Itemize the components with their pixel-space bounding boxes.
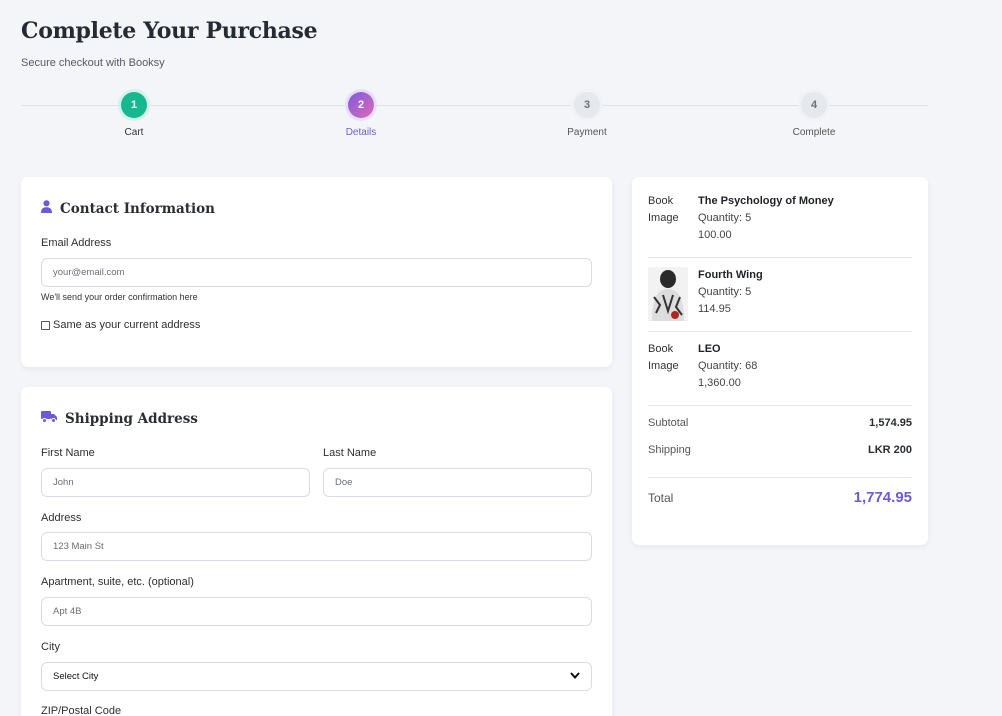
subtotal-label: Subtotal — [648, 417, 689, 429]
first-name-label: First Name — [41, 447, 95, 459]
last-name-label: Last Name — [323, 447, 377, 459]
apartment-field[interactable]: Apt 4B — [41, 597, 592, 626]
step-label: Complete — [792, 127, 836, 138]
step-cart[interactable]: 1 Cart — [74, 92, 194, 138]
truck-icon — [41, 410, 57, 427]
total-value: 1,774.95 — [853, 489, 912, 506]
page-subtitle: Secure checkout with Booksy — [21, 57, 165, 69]
same-address-label: Same as your current address — [53, 319, 201, 331]
shipping-row: Shipping LKR 200 — [648, 444, 912, 456]
summary-divider — [648, 405, 912, 406]
email-field[interactable]: your@email.com — [41, 258, 592, 287]
total-row: Total 1,774.95 — [648, 489, 912, 506]
book-quantity: Quantity: 5 — [698, 286, 752, 298]
step-label: Payment — [567, 127, 607, 138]
checkout-stepper: 1 Cart 2 Details 3 Payment 4 Complete — [21, 92, 928, 142]
book-cover-image — [648, 267, 690, 321]
address-field[interactable]: 123 Main St — [41, 532, 592, 561]
first-name-field[interactable]: John — [41, 468, 310, 497]
email-hint: We'll send your order confirmation here — [41, 292, 198, 302]
order-item: Book Image The Psychology of Money Quant… — [648, 193, 912, 247]
order-summary-card: Book Image The Psychology of Money Quant… — [632, 177, 928, 545]
user-icon — [41, 200, 52, 217]
item-divider — [648, 331, 912, 332]
zip-label: ZIP/Postal Code — [41, 705, 122, 716]
step-number: 3 — [574, 92, 600, 118]
item-divider — [648, 257, 912, 258]
subtotal-value: 1,574.95 — [869, 417, 912, 429]
chevron-down-icon — [570, 671, 580, 682]
book-title: LEO — [698, 343, 721, 355]
book-price: 1,360.00 — [698, 377, 741, 389]
city-select-value: Select City — [53, 671, 99, 682]
city-label: City — [41, 641, 60, 653]
same-address-checkbox[interactable] — [41, 320, 50, 330]
contact-card-header: Contact Information — [41, 200, 215, 217]
total-divider — [648, 477, 912, 478]
step-number: 4 — [801, 92, 827, 118]
book-image: Book Image — [648, 343, 679, 372]
last-name-field[interactable]: Doe — [323, 468, 592, 497]
book-price: 100.00 — [698, 229, 732, 241]
book-price: 114.95 — [698, 303, 731, 315]
order-item: Fourth Wing Quantity: 5 114.95 — [648, 267, 912, 321]
shipping-label: Shipping — [648, 444, 691, 456]
step-number: 1 — [121, 92, 147, 118]
book-title: The Psychology of Money — [698, 195, 834, 207]
shipping-card-title: Shipping Address — [65, 410, 198, 427]
step-label: Details — [345, 127, 377, 138]
order-item: Book Image LEO Quantity: 68 1,360.00 — [648, 341, 912, 395]
book-quantity: Quantity: 5 — [698, 212, 752, 224]
step-number: 2 — [348, 92, 374, 118]
book-title: Fourth Wing — [698, 269, 763, 281]
subtotal-row: Subtotal 1,574.95 — [648, 417, 912, 429]
step-details[interactable]: 2 Details — [301, 92, 421, 138]
shipping-value: LKR 200 — [867, 444, 912, 456]
book-quantity: Quantity: 68 — [698, 360, 758, 372]
apartment-label: Apartment, suite, etc. (optional) — [41, 576, 194, 588]
email-label: Email Address — [41, 237, 112, 249]
step-label: Cart — [124, 127, 144, 138]
book-image: Book Image — [648, 195, 679, 224]
page-title: Complete Your Purchase — [21, 18, 318, 44]
shipping-card-header: Shipping Address — [41, 410, 198, 427]
address-label: Address — [41, 512, 82, 524]
step-payment[interactable]: 3 Payment — [527, 92, 647, 138]
same-address-option[interactable]: Same as your current address — [41, 319, 200, 331]
step-complete[interactable]: 4 Complete — [754, 92, 874, 138]
shipping-address-card: Shipping Address First Name John Last Na… — [21, 387, 612, 716]
contact-card-title: Contact Information — [60, 200, 215, 217]
contact-information-card: Contact Information Email Address your@e… — [21, 177, 612, 367]
city-select[interactable]: Select City — [41, 662, 592, 691]
total-label: Total — [648, 490, 674, 505]
